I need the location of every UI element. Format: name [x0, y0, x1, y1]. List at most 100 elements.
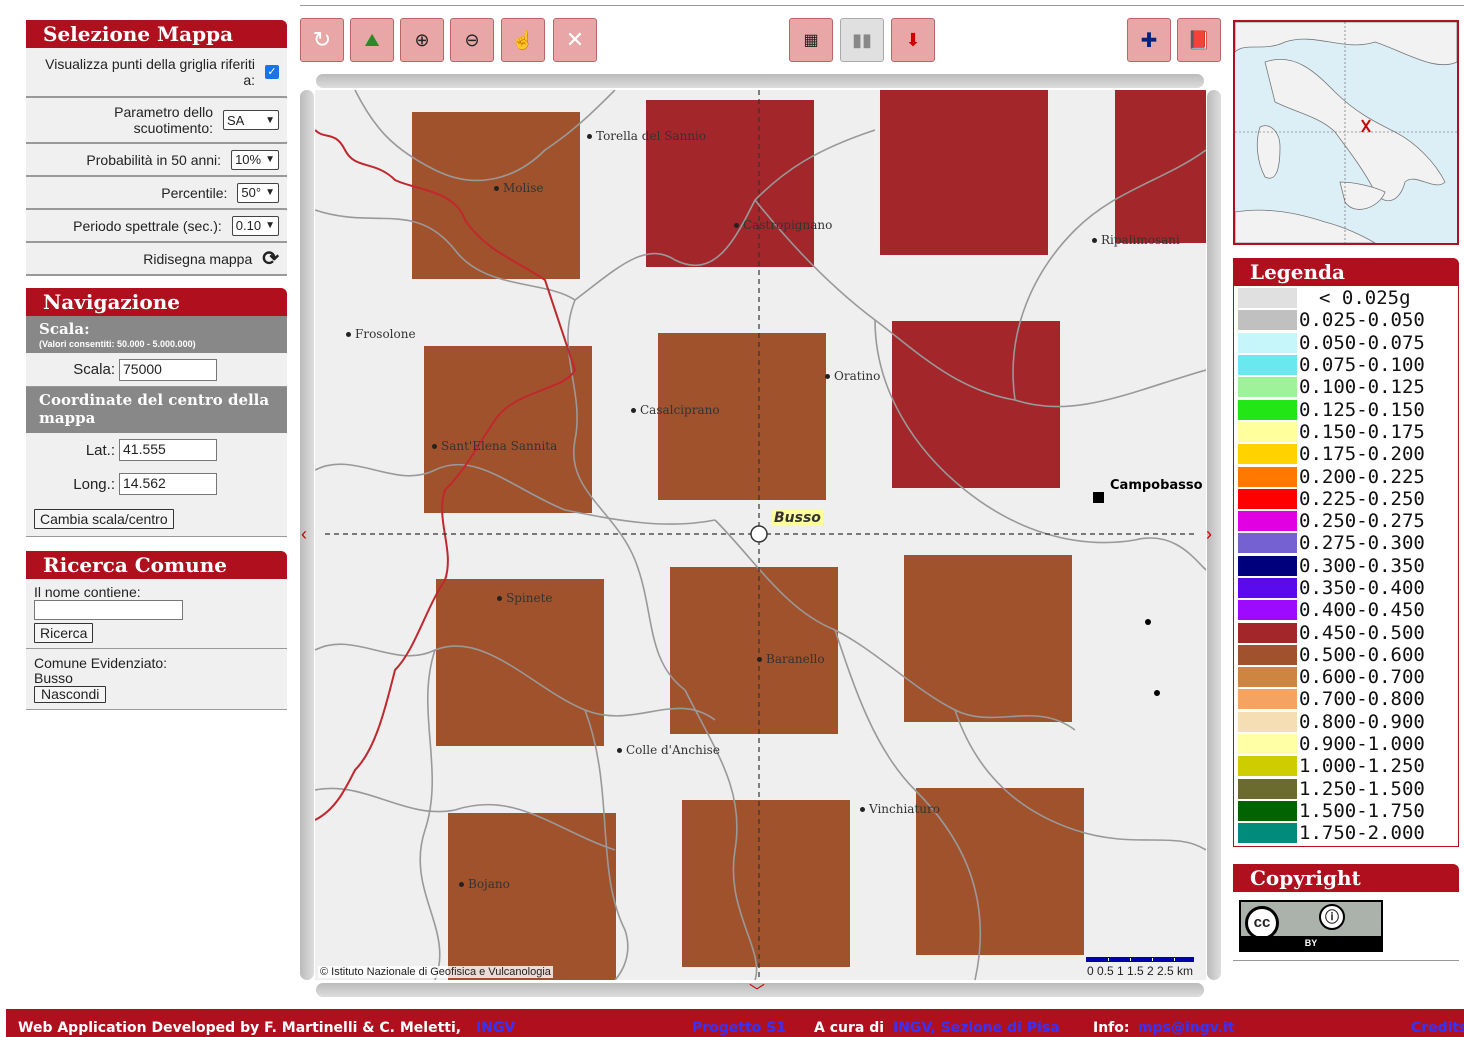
map-export-icon[interactable]: ▦: [789, 18, 833, 62]
scala-label: Scala:: [73, 361, 115, 378]
town-dot: [757, 657, 762, 662]
top-divider: [300, 5, 1464, 6]
town-name: Baranello: [766, 652, 825, 666]
legend-swatch: [1238, 667, 1297, 688]
chevron-down-icon: ▼: [265, 154, 275, 165]
copyright-header: Copyright: [1233, 864, 1459, 892]
scala-note: (Valori consentiti: 50.000 - 5.000.000): [39, 339, 196, 349]
refresh-icon[interactable]: ⟳: [262, 246, 279, 271]
footer-email-link[interactable]: mps@ingv.it: [1138, 1020, 1235, 1036]
param-select[interactable]: SA ▼: [223, 110, 279, 130]
town-label: Bojano: [459, 877, 510, 891]
legend-item: 0.200-0.225: [1238, 465, 1454, 487]
legend-swatch: [1238, 644, 1297, 665]
legend-label: 0.150-0.175: [1299, 420, 1425, 443]
highlight-section: Comune Evidenziato: Busso Nascondi: [26, 649, 287, 710]
percentile-row: Percentile: 50° ▼: [26, 177, 287, 210]
legend-swatch: [1238, 778, 1297, 799]
legend-label: 0.225-0.250: [1299, 487, 1425, 510]
footer-credits-link[interactable]: Credits: [1411, 1020, 1464, 1036]
hazard-map[interactable]: Torella del Sannio Molise Castropignano …: [315, 90, 1206, 980]
legend-item: 0.225-0.250: [1238, 488, 1454, 510]
legend-label: < 0.025g: [1319, 287, 1411, 310]
period-row: Periodo spettrale (sec.): 0.10 ▼: [26, 210, 287, 243]
town-name: Molise: [503, 181, 544, 195]
zoom-out-icon[interactable]: ⊖: [450, 18, 494, 62]
town-name: Torella del Sannio: [596, 129, 707, 143]
legend-label: 0.450-0.500: [1299, 621, 1425, 644]
long-input[interactable]: 14.562: [119, 473, 217, 495]
town-label-busso: Busso: [772, 510, 823, 526]
param-row: Parametro dello scuotimento: SA ▼: [26, 98, 287, 144]
copyright-panel: Copyright cc ⓘ BY: [1233, 864, 1459, 961]
legend-item: 0.150-0.175: [1238, 421, 1454, 443]
nascondi-button[interactable]: Nascondi: [34, 686, 107, 703]
legend-label: 1.500-1.750: [1299, 799, 1425, 822]
legend-item: 0.025-0.050: [1238, 309, 1454, 331]
town-label: Castropignano: [734, 218, 832, 232]
scale-bar: 0 0.5 1 1.5 2 2.5 km: [1086, 957, 1194, 978]
app-root: Selezione Mappa Visualizza punti della g…: [0, 0, 1464, 1037]
legend-item: 0.700-0.800: [1238, 688, 1454, 710]
percentile-select[interactable]: 50° ▼: [237, 182, 279, 203]
pan-hand-icon[interactable]: ☝: [501, 18, 545, 62]
reset-icon[interactable]: ↻: [300, 18, 344, 62]
legend-swatch: [1238, 466, 1297, 487]
chart-icon[interactable]: ▮▮: [840, 18, 884, 62]
legend-swatch: [1238, 399, 1297, 420]
legend-swatch: [1238, 689, 1297, 710]
lat-input[interactable]: 41.555: [119, 439, 217, 461]
town-name: Bojano: [468, 877, 510, 891]
legend-item: < 0.025g: [1238, 287, 1454, 309]
scala-head-label: Scala:: [39, 320, 90, 338]
help-book-icon[interactable]: 📕: [1177, 18, 1221, 62]
legend-label: 1.250-1.500: [1299, 777, 1425, 800]
prob-select-value: 10%: [235, 152, 262, 167]
legend-label: 1.750-2.000: [1299, 822, 1425, 845]
percentile-select-value: 50°: [241, 185, 262, 200]
legend-label: 0.175-0.200: [1299, 443, 1425, 466]
chevron-down-icon: ▼: [265, 114, 275, 126]
prob-label: Probabilità in 50 anni:: [86, 151, 222, 168]
map-frame: ︿ ﹀ ‹ ›: [300, 74, 1221, 1001]
english-flag-icon[interactable]: ✚: [1127, 18, 1171, 62]
italy-view-icon[interactable]: ⛰: [350, 18, 394, 62]
legend-label: 0.075-0.100: [1299, 354, 1425, 377]
period-select[interactable]: 0.10 ▼: [231, 215, 279, 236]
legend-swatch: [1238, 332, 1297, 353]
footer-ingv-pisa-link[interactable]: INGV, Sezione di Pisa: [893, 1020, 1060, 1036]
ricerca-button[interactable]: Ricerca: [34, 623, 94, 643]
param-label: Parametro dello scuotimento:: [114, 104, 213, 136]
redraw-label[interactable]: Ridisegna mappa: [32, 251, 262, 267]
legend-item: 1.750-2.000: [1238, 822, 1454, 844]
comune-search-input[interactable]: [34, 600, 183, 620]
legend-item: 0.250-0.275: [1238, 510, 1454, 532]
pan-down-icon[interactable]: ﹀: [749, 978, 765, 1002]
legend-header: Legenda: [1233, 258, 1459, 286]
legend-swatch: [1238, 310, 1297, 331]
redraw-row: Ridisegna mappa ⟳: [26, 243, 287, 276]
legend-item: 0.300-0.350: [1238, 555, 1454, 577]
center-target-icon[interactable]: ✕: [553, 18, 597, 62]
zoom-in-icon[interactable]: ⊕: [400, 18, 444, 62]
cc-by-badge[interactable]: cc ⓘ BY: [1239, 900, 1383, 952]
legend-swatch: [1238, 578, 1297, 598]
overview-minimap[interactable]: [1233, 20, 1459, 245]
grid-points-checkbox[interactable]: ✓: [265, 65, 279, 79]
pan-left-icon[interactable]: ‹: [301, 524, 307, 545]
pan-right-icon[interactable]: ›: [1206, 524, 1212, 545]
town-dot: [734, 223, 739, 228]
legend-swatch: [1238, 421, 1297, 442]
footer-ingv-link[interactable]: INGV: [476, 1020, 515, 1036]
legend-item: 0.125-0.150: [1238, 398, 1454, 420]
footer-progetto-link[interactable]: Progetto S1: [692, 1020, 786, 1036]
cambia-scala-button[interactable]: Cambia scala/centro: [34, 508, 174, 529]
pdf-download-icon[interactable]: ⬇: [891, 18, 935, 62]
prob-select[interactable]: 10% ▼: [231, 149, 279, 170]
legend-item: 0.175-0.200: [1238, 443, 1454, 465]
town-name: Sant'Elena Sannita: [441, 439, 558, 453]
town-label: Frosolone: [346, 327, 416, 341]
selezione-mappa-header: Selezione Mappa: [26, 20, 287, 48]
scala-input[interactable]: 75000: [119, 358, 217, 381]
town-dot: [459, 882, 464, 887]
